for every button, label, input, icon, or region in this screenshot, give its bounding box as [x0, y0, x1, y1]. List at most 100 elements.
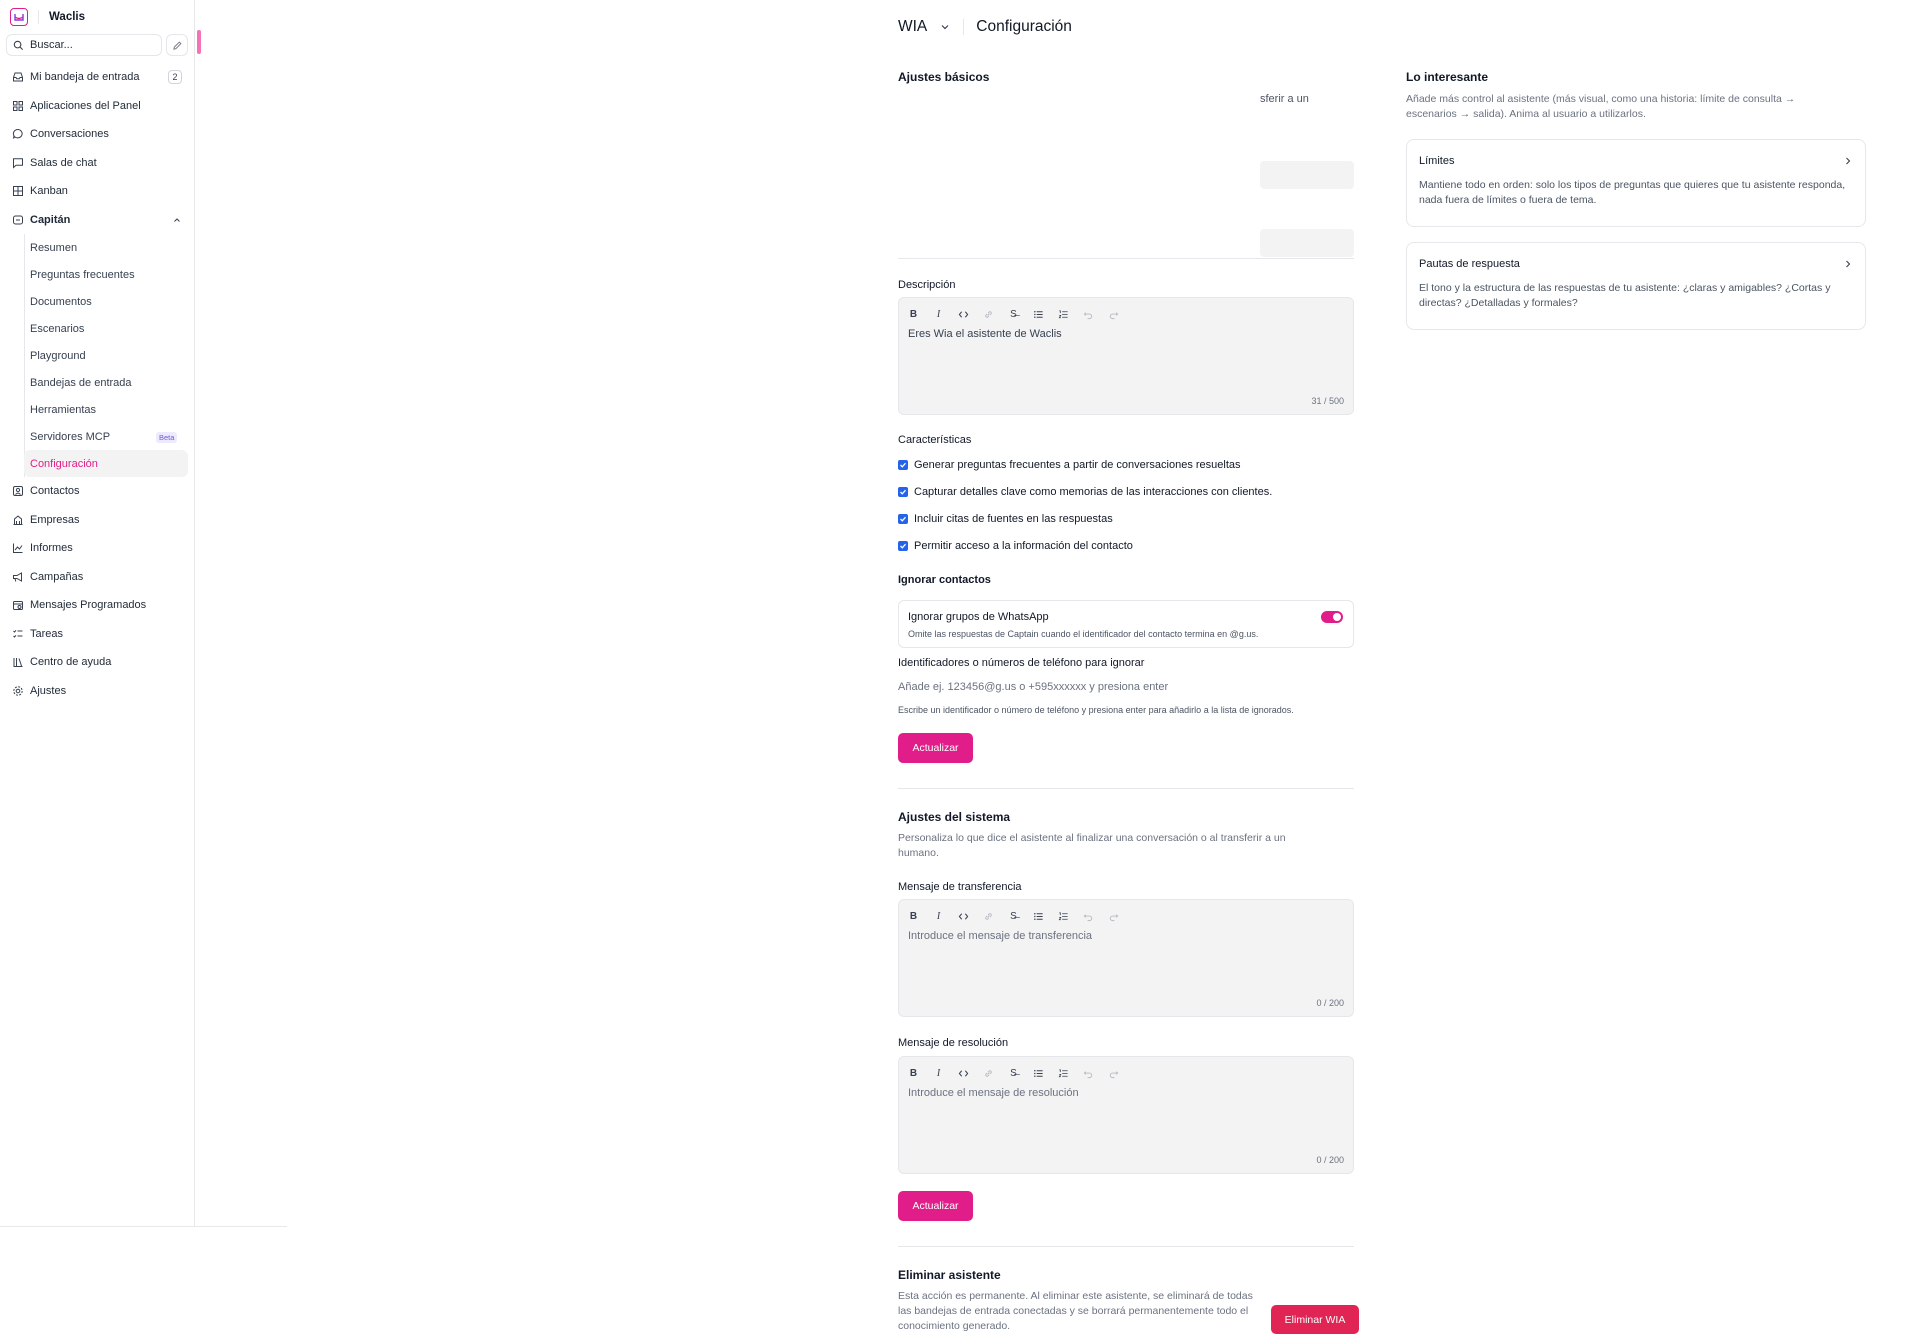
card-description: El tono y la estructura de las respuesta…: [1419, 282, 1831, 309]
contacts-icon: [12, 485, 24, 497]
feature-citations[interactable]: Incluir citas de fuentes en las respuest…: [898, 513, 1113, 525]
italic-icon[interactable]: I: [932, 308, 945, 321]
sidebar-item-label: Capitán: [30, 213, 71, 226]
sidebar-item-label: Conversaciones: [30, 128, 109, 141]
section-divider: [898, 1246, 1354, 1247]
account-name[interactable]: Waclis: [49, 11, 85, 23]
handoff-placeholder: Introduce el mensaje de transferencia: [908, 930, 1093, 942]
numbered-list-icon[interactable]: [1057, 910, 1070, 923]
checkbox-checked[interactable]: [898, 487, 908, 497]
sidebar-item-captain[interactable]: Capitán: [0, 206, 194, 235]
sidebar-item-campaigns[interactable]: Campañas: [0, 563, 194, 592]
italic-icon[interactable]: I: [932, 1067, 945, 1080]
chevron-down-icon[interactable]: [939, 21, 951, 33]
code-icon[interactable]: [957, 308, 970, 321]
feature-memories[interactable]: Capturar detalles clave como memorias de…: [898, 486, 1272, 498]
undo-icon[interactable]: [1082, 1067, 1095, 1080]
link-icon[interactable]: [982, 1067, 995, 1080]
sidebar-item-scheduled-messages[interactable]: Mensajes Programados: [0, 591, 194, 620]
redo-icon[interactable]: [1107, 1067, 1120, 1080]
link-icon[interactable]: [982, 308, 995, 321]
building-icon: [12, 514, 24, 526]
sidebar-item-kanban[interactable]: Kanban: [0, 177, 194, 206]
bold-icon[interactable]: B: [907, 308, 920, 321]
feature-faq-generation[interactable]: Generar preguntas frecuentes a partir de…: [898, 459, 1241, 471]
chevron-up-icon[interactable]: [172, 215, 182, 225]
strikethrough-icon[interactable]: S̶: [1007, 1067, 1020, 1080]
basic-field-box[interactable]: [1260, 229, 1354, 257]
sidebar-item-my-inbox[interactable]: Mi bandeja de entrada 2: [0, 63, 194, 92]
ignore-contacts-title: Ignorar contactos: [898, 574, 991, 586]
app-logo-icon[interactable]: [10, 8, 28, 26]
sidebar-subitem-scenarios[interactable]: Escenarios: [24, 315, 194, 342]
strikethrough-icon[interactable]: S̶: [1007, 308, 1020, 321]
italic-icon[interactable]: I: [932, 910, 945, 923]
description-label: Descripción: [898, 279, 956, 291]
sidebar-item-label: Mi bandeja de entrada: [30, 71, 140, 84]
feature-label: Incluir citas de fuentes en las respuest…: [914, 513, 1113, 525]
sidebar-subitem-summary[interactable]: Resumen: [24, 234, 194, 261]
compose-button[interactable]: [166, 34, 188, 56]
sidebar-subitem-documents[interactable]: Documentos: [24, 288, 194, 315]
code-icon[interactable]: [957, 910, 970, 923]
sidebar-subitem-playground[interactable]: Playground: [24, 342, 194, 369]
sidebar-item-dashboard-apps[interactable]: Aplicaciones del Panel: [0, 92, 194, 121]
sidebar-item-companies[interactable]: Empresas: [0, 506, 194, 535]
bullet-list-icon[interactable]: [1032, 1067, 1045, 1080]
bullet-list-icon[interactable]: [1032, 308, 1045, 321]
redo-icon[interactable]: [1107, 910, 1120, 923]
undo-icon[interactable]: [1082, 910, 1095, 923]
update-button[interactable]: Actualizar: [898, 1191, 973, 1221]
handoff-message-editor[interactable]: B I S̶ Introduce el mensaje de transfere…: [898, 899, 1354, 1017]
sidebar-item-contacts[interactable]: Contactos: [0, 477, 194, 506]
sidebar-subitem-inboxes[interactable]: Bandejas de entrada: [24, 369, 194, 396]
code-icon[interactable]: [957, 1067, 970, 1080]
sidebar-subitem-settings[interactable]: Configuración: [24, 450, 188, 477]
redo-icon[interactable]: [1107, 308, 1120, 321]
feature-contact-access[interactable]: Permitir acceso a la información del con…: [898, 540, 1133, 552]
sidebar-item-conversations[interactable]: Conversaciones: [0, 120, 194, 149]
ignore-ids-label: Identificadores o números de teléfono pa…: [898, 657, 1145, 669]
link-icon[interactable]: [982, 910, 995, 923]
sidebar-subitem-faqs[interactable]: Preguntas frecuentes: [24, 261, 194, 288]
sidebar-item-settings[interactable]: Ajustes: [0, 677, 194, 706]
sidebar-item-label: Salas de chat: [30, 156, 97, 169]
strikethrough-icon[interactable]: S̶: [1007, 910, 1020, 923]
sidebar-item-label: Contactos: [30, 485, 80, 498]
sidebar-item-tasks[interactable]: Tareas: [0, 620, 194, 649]
checkbox-checked[interactable]: [898, 514, 908, 524]
sidebar-scrollbar[interactable]: [197, 30, 201, 54]
delete-assistant-description: Esta acción es permanente. Al eliminar e…: [898, 1290, 1253, 1332]
resolution-message-editor[interactable]: B I S̶ Introduce el mensaje de resolució…: [898, 1056, 1354, 1174]
chat-square-icon: [12, 157, 24, 169]
bold-icon[interactable]: B: [907, 1067, 920, 1080]
search-input[interactable]: Buscar...: [6, 34, 162, 56]
sidebar-item-label: Tareas: [30, 627, 64, 640]
numbered-list-icon[interactable]: [1057, 1067, 1070, 1080]
ignore-ids-input[interactable]: Añade ej. 123456@g.us o +595xxxxxx y pre…: [898, 681, 1168, 693]
update-button[interactable]: Actualizar: [898, 733, 973, 763]
sidebar-subitem-mcp-servers[interactable]: Servidores MCP Beta: [24, 423, 194, 450]
delete-assistant-button[interactable]: Eliminar WIA: [1271, 1305, 1359, 1334]
sidebar-item-chat-rooms[interactable]: Salas de chat: [0, 149, 194, 178]
bold-icon[interactable]: B: [907, 910, 920, 923]
description-editor[interactable]: B I S̶ Eres Wia el asistente de Waclis 3…: [898, 297, 1354, 415]
basic-field-box[interactable]: [1260, 161, 1354, 189]
basic-field-underline: [898, 258, 1354, 259]
bullet-list-icon[interactable]: [1032, 910, 1045, 923]
sidebar-subitem-tools[interactable]: Herramientas: [24, 396, 194, 423]
checkbox-checked[interactable]: [898, 541, 908, 551]
captain-icon: [12, 214, 24, 226]
checkbox-checked[interactable]: [898, 460, 908, 470]
search-placeholder: Buscar...: [30, 39, 73, 51]
undo-icon[interactable]: [1082, 308, 1095, 321]
handoff-message-label: Mensaje de transferencia: [898, 881, 1022, 893]
guardrails-card[interactable]: Límites Mantiene todo en orden: solo los…: [1406, 139, 1866, 227]
numbered-list-icon[interactable]: [1057, 308, 1070, 321]
assistant-switcher[interactable]: WIA: [898, 18, 927, 36]
sidebar-item-help-center[interactable]: Centro de ayuda: [0, 648, 194, 677]
response-guidelines-card[interactable]: Pautas de respuesta El tono y la estruct…: [1406, 242, 1866, 330]
sidebar-item-reports[interactable]: Informes: [0, 534, 194, 563]
ignore-groups-toggle[interactable]: [1321, 611, 1343, 623]
editor-toolbar: B I S̶: [907, 1063, 1353, 1083]
